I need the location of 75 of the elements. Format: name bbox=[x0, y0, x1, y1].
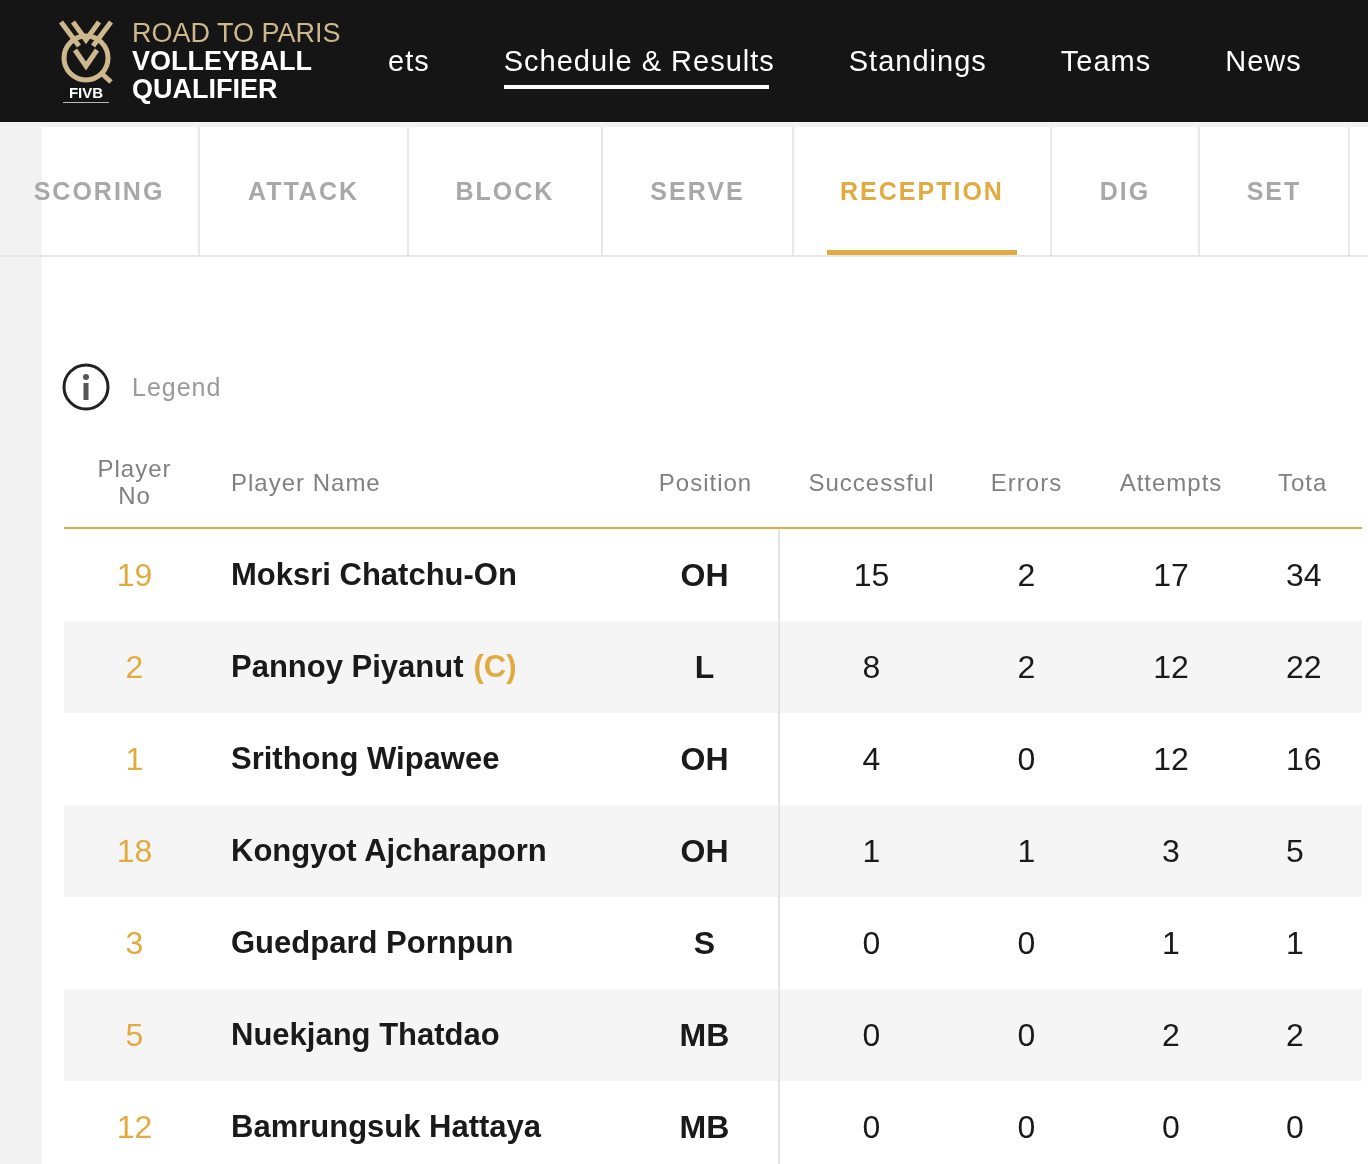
stat-value: 0 bbox=[862, 1016, 881, 1054]
stat-value: 1 bbox=[862, 832, 881, 870]
column-header: Successful bbox=[808, 468, 935, 496]
stat-value: 34 bbox=[1286, 556, 1322, 594]
stat-tab[interactable]: SCORING bbox=[0, 127, 200, 255]
stat-value: 4 bbox=[862, 740, 881, 778]
column-header: Player No bbox=[96, 455, 173, 509]
logo-text: VOLLEYBALL bbox=[132, 47, 313, 75]
player-name: Bamrungsuk Hattaya bbox=[231, 1109, 542, 1145]
stat-tab[interactable]: SERVE bbox=[603, 127, 794, 255]
stat-value: 16 bbox=[1286, 740, 1322, 778]
captain-mark: (C) bbox=[473, 649, 517, 685]
player-name: Nuekjang Thatdao bbox=[231, 1017, 500, 1053]
column-header: Errors bbox=[990, 468, 1063, 496]
stat-value: 0 bbox=[1286, 1108, 1304, 1146]
legend-label[interactable]: Legend bbox=[132, 372, 222, 402]
stat-value: OH bbox=[680, 740, 729, 778]
fivb-badge: FIVB bbox=[62, 83, 110, 103]
stat-value: 2 bbox=[1017, 648, 1036, 686]
stat-value: 5 bbox=[1286, 832, 1304, 870]
info-icon[interactable] bbox=[62, 363, 110, 411]
player-name: Pannoy Piyanut bbox=[231, 649, 464, 685]
player-number: 1 bbox=[125, 740, 144, 778]
nav-link[interactable]: Teams bbox=[1023, 0, 1189, 122]
nav-link[interactable]: Schedule & Results bbox=[466, 0, 812, 122]
stat-value: 0 bbox=[862, 924, 881, 962]
stat-tab[interactable]: RECEPTION bbox=[794, 127, 1052, 255]
player-number: 12 bbox=[116, 1108, 153, 1146]
stat-value: 2 bbox=[1286, 1016, 1304, 1054]
stat-value: MB bbox=[679, 1108, 730, 1146]
nav-link[interactable]: ets bbox=[388, 0, 467, 122]
column-header: Position bbox=[658, 468, 753, 496]
column-header: Tota bbox=[1278, 468, 1328, 496]
stat-tab[interactable]: BLOCK bbox=[409, 127, 603, 255]
stat-value: L bbox=[694, 648, 715, 686]
stat-value: 0 bbox=[1162, 1108, 1180, 1146]
stat-value: 2 bbox=[1162, 1016, 1180, 1054]
stat-value: 0 bbox=[1017, 1108, 1036, 1146]
stat-value: MB bbox=[679, 1016, 730, 1054]
stat-tab[interactable]: DIG bbox=[1052, 127, 1200, 255]
stat-tab[interactable]: ATTACK bbox=[200, 127, 409, 255]
nav-link[interactable]: Standings bbox=[811, 0, 1024, 122]
player-number: 19 bbox=[116, 556, 153, 594]
column-header: Attempts bbox=[1119, 468, 1223, 496]
stat-value: 1 bbox=[1017, 832, 1036, 870]
stat-value: 0 bbox=[1017, 740, 1036, 778]
stat-value: 12 bbox=[1153, 648, 1189, 686]
stat-value: 0 bbox=[1017, 924, 1036, 962]
player-name: Guedpard Pornpun bbox=[231, 925, 514, 961]
stat-value: OH bbox=[680, 832, 729, 870]
player-number: 2 bbox=[125, 648, 144, 686]
logo-text: QUALIFIER bbox=[132, 75, 279, 103]
stat-value: S bbox=[693, 924, 716, 962]
player-name: Srithong Wipawee bbox=[231, 741, 500, 777]
logo-text: ROAD TO PARIS bbox=[132, 19, 341, 47]
column-header: Player Name bbox=[231, 468, 381, 496]
player-name: Moksri Chatchu-On bbox=[231, 557, 517, 593]
player-name: Kongyot Ajcharaporn bbox=[231, 833, 547, 869]
stat-value: OH bbox=[680, 556, 729, 594]
stat-value: 22 bbox=[1286, 648, 1322, 686]
stat-value: 1 bbox=[1286, 924, 1304, 962]
stat-value: 0 bbox=[1017, 1016, 1036, 1054]
stat-value: 8 bbox=[862, 648, 881, 686]
stat-value: 12 bbox=[1153, 740, 1189, 778]
player-number: 5 bbox=[125, 1016, 144, 1054]
player-number: 3 bbox=[125, 924, 144, 962]
player-number: 18 bbox=[116, 832, 153, 870]
nav-link[interactable]: News bbox=[1188, 0, 1339, 122]
stat-value: 2 bbox=[1017, 556, 1036, 594]
stat-value: 0 bbox=[862, 1108, 881, 1146]
stat-value: 15 bbox=[853, 556, 890, 594]
stat-value: 17 bbox=[1153, 556, 1189, 594]
stat-value: 1 bbox=[1162, 924, 1180, 962]
stat-value: 3 bbox=[1162, 832, 1180, 870]
stat-tab[interactable]: SET bbox=[1200, 127, 1350, 255]
